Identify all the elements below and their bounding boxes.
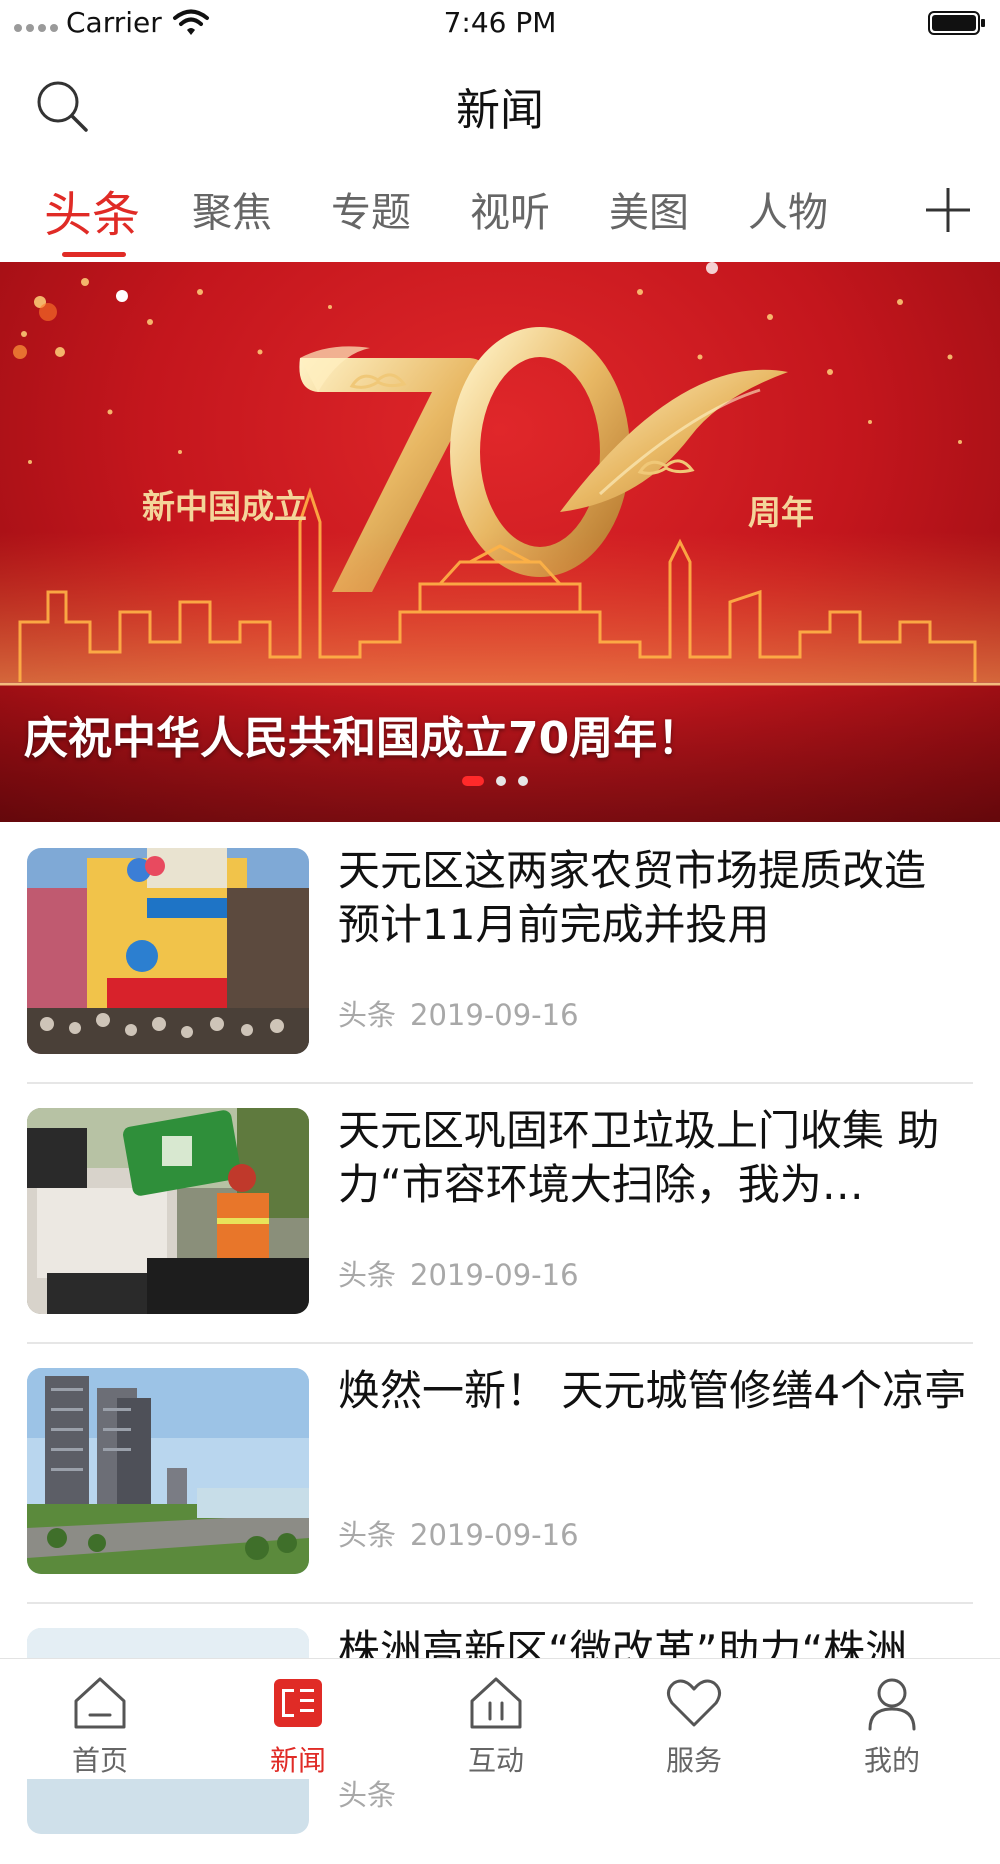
tab-people[interactable]: 人物: [748, 180, 828, 238]
plus-icon[interactable]: [922, 184, 974, 236]
tabbar-item-interaction[interactable]: 互动: [396, 1659, 596, 1779]
pager-dot[interactable]: [462, 776, 484, 786]
tabbar-item-profile[interactable]: 我的: [792, 1659, 992, 1779]
news-icon: [274, 1679, 322, 1727]
pager-dot[interactable]: [496, 776, 506, 786]
page-title: 新闻: [456, 85, 544, 136]
carousel-pager[interactable]: [462, 776, 528, 786]
battery-icon: [928, 11, 985, 35]
news-title: 焕然一新！ 天元城管修缮4个凉亭: [338, 1366, 967, 1415]
tab-topics[interactable]: 专题: [331, 180, 411, 238]
news-category: 头条: [338, 1778, 397, 1812]
news-date: 2019-09-16: [410, 1258, 579, 1292]
news-thumbnail: [27, 1368, 309, 1574]
tabbar-label: 首页: [71, 1744, 128, 1777]
interaction-icon: [470, 1677, 522, 1729]
tab-headline[interactable]: 头条: [44, 175, 140, 245]
tabbar-label: 我的: [863, 1744, 920, 1777]
category-tabs: 头条 聚焦 专题 视听 美图 人物: [0, 160, 1000, 262]
tab-scroll-fade: [880, 160, 920, 260]
status-time: 7:46 PM: [443, 6, 557, 39]
tab-video[interactable]: 视听: [470, 180, 550, 238]
tab-focus[interactable]: 聚焦: [192, 180, 272, 238]
news-list-item[interactable]: 焕然一新！ 天元城管修缮4个凉亭 头条 2019-09-16: [0, 1344, 1000, 1604]
news-thumbnail: [27, 848, 309, 1054]
home-icon: [74, 1677, 126, 1729]
bottom-tab-bar: 首页 新闻 互动 服务 我的: [0, 1658, 1000, 1779]
tabbar-item-home[interactable]: 首页: [0, 1659, 200, 1779]
news-title: 天元区这两家农贸市场提质改造 预计11月前完成并投用: [338, 846, 927, 949]
featured-banner[interactable]: 新中国成立 周年 庆祝中华人民共和国成立70周年！: [0, 262, 1000, 822]
banner-caption: 庆祝中华人民共和国成立70周年！: [24, 713, 702, 764]
news-meta: 头条 2019-09-16: [338, 992, 579, 1034]
heart-icon: [667, 1679, 721, 1727]
active-tab-indicator: [62, 252, 126, 257]
news-list-item[interactable]: 天元区巩固环卫垃圾上门收集 助力“市容环境大扫除，我为… 头条 2019-09-1…: [0, 1084, 1000, 1344]
tabbar-label: 新闻: [269, 1744, 326, 1777]
news-category: 头条: [338, 998, 397, 1032]
tabbar-label: 互动: [467, 1744, 524, 1777]
news-date: 2019-09-16: [410, 998, 579, 1032]
status-bar: Carrier 7:46 PM: [0, 0, 1000, 48]
tabbar-label: 服务: [665, 1744, 722, 1777]
news-title: 天元区巩固环卫垃圾上门收集 助力“市容环境大扫除，我为…: [338, 1106, 940, 1209]
news-thumbnail: [27, 1108, 309, 1314]
news-date: 2019-09-16: [410, 1518, 579, 1552]
banner-subtitle-left: 新中国成立: [142, 487, 307, 526]
news-meta: 头条 2019-09-16: [338, 1252, 579, 1294]
tabbar-item-news[interactable]: 新闻: [198, 1659, 398, 1779]
news-list-item[interactable]: 天元区这两家农贸市场提质改造 预计11月前完成并投用 头条 2019-09-16: [0, 824, 1000, 1084]
news-category: 头条: [338, 1258, 397, 1292]
pager-dot[interactable]: [518, 776, 528, 786]
news-meta: 头条 2019-09-16: [338, 1512, 579, 1554]
tab-photos[interactable]: 美图: [609, 180, 689, 238]
tabbar-item-service[interactable]: 服务: [594, 1659, 794, 1779]
banner-subtitle-right: 周年: [748, 493, 814, 532]
navigation-bar: 新闻: [0, 56, 1000, 150]
user-icon: [868, 1678, 916, 1731]
news-category: 头条: [338, 1518, 397, 1552]
